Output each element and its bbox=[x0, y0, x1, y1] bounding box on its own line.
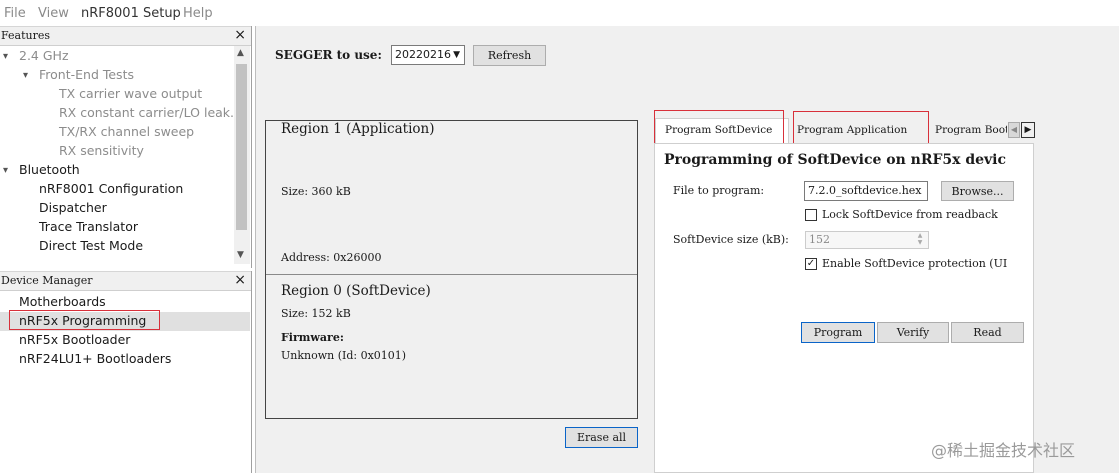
lock-softdevice-checkbox[interactable] bbox=[805, 209, 817, 221]
menu-file[interactable]: File bbox=[4, 6, 26, 21]
chevron-down-icon: ▼ bbox=[453, 50, 460, 60]
feature-item[interactable]: Trace Translator bbox=[39, 219, 138, 234]
features-header: Features × bbox=[0, 26, 251, 46]
menu-nrf8001-setup[interactable]: nRF8001 Setup bbox=[81, 6, 181, 21]
tab-program-bootloader[interactable]: Program Boot bbox=[935, 118, 1007, 143]
softdevice-size-value: 152 bbox=[809, 233, 830, 246]
device-item-nrf5x-bootloader[interactable]: nRF5x Bootloader bbox=[19, 332, 130, 347]
enable-protection-label: Enable SoftDevice protection (UI bbox=[822, 257, 1008, 270]
feature-item[interactable]: TX carrier wave output bbox=[59, 86, 202, 101]
scroll-up-icon[interactable]: ▲ bbox=[237, 48, 244, 58]
file-to-program-input[interactable]: 7.2.0_softdevice.hex bbox=[804, 181, 928, 201]
device-item-nrf24lu1-bootloaders[interactable]: nRF24LU1+ Bootloaders bbox=[19, 351, 171, 366]
region0-firmware-label: Firmware: bbox=[281, 331, 344, 344]
menu-view[interactable]: View bbox=[38, 6, 69, 21]
scroll-down-icon[interactable]: ▼ bbox=[237, 250, 244, 260]
device-manager-close-icon[interactable]: × bbox=[233, 272, 246, 289]
segger-select-value: 20220216 bbox=[395, 48, 451, 61]
feature-item[interactable]: 2.4 GHz bbox=[19, 48, 69, 63]
region0-size: Size: 152 kB bbox=[281, 307, 351, 320]
size-spinner-icon[interactable]: ▲ ▼ bbox=[913, 232, 927, 248]
softdevice-size-label: SoftDevice size (kB): bbox=[673, 233, 789, 246]
region1-size: Size: 360 kB bbox=[281, 185, 351, 198]
chevron-down-icon[interactable]: ▾ bbox=[23, 70, 28, 81]
features-scrollbar-thumb[interactable] bbox=[236, 64, 247, 230]
chevron-down-icon[interactable]: ▾ bbox=[3, 165, 8, 176]
enable-protection-checkbox[interactable]: ✓ bbox=[805, 258, 817, 270]
watermark-text: @稀土掘金技术社区 bbox=[931, 441, 1076, 460]
read-button[interactable]: Read bbox=[951, 322, 1024, 343]
verify-button[interactable]: Verify bbox=[877, 322, 949, 343]
file-to-program-label: File to program: bbox=[673, 184, 765, 197]
region-divider bbox=[266, 274, 637, 275]
feature-item[interactable]: nRF8001 Configuration bbox=[39, 181, 183, 196]
region0-title: Region 0 (SoftDevice) bbox=[281, 283, 431, 299]
programming-title: Programming of SoftDevice on nRF5x devic bbox=[664, 152, 1007, 168]
erase-all-button[interactable]: Erase all bbox=[565, 427, 638, 448]
features-title: Features bbox=[1, 29, 51, 42]
tab-scroll-left-icon[interactable]: ◀ bbox=[1008, 122, 1020, 138]
tab-scroll-right-icon[interactable]: ▶ bbox=[1021, 122, 1035, 138]
feature-item[interactable]: RX sensitivity bbox=[59, 143, 144, 158]
memory-regions-box bbox=[265, 120, 638, 419]
softdevice-size-input[interactable]: 152 bbox=[805, 231, 929, 249]
application-tab-highlight bbox=[793, 111, 929, 145]
browse-button[interactable]: Browse... bbox=[941, 181, 1014, 201]
device-manager-header: Device Manager × bbox=[0, 271, 251, 291]
selection-highlight-box bbox=[9, 310, 160, 330]
region1-address: Address: 0x26000 bbox=[281, 251, 382, 264]
segger-select[interactable]: 20220216 ▼ bbox=[391, 45, 465, 65]
menu-bar: File View nRF8001 Setup Help bbox=[0, 0, 1119, 26]
segger-label: SEGGER to use: bbox=[275, 48, 382, 62]
feature-item[interactable]: TX/RX channel sweep bbox=[59, 124, 194, 139]
feature-item[interactable]: Front-End Tests bbox=[39, 67, 134, 82]
lock-softdevice-label: Lock SoftDevice from readback bbox=[822, 208, 998, 221]
feature-item[interactable]: Dispatcher bbox=[39, 200, 107, 215]
refresh-button[interactable]: Refresh bbox=[473, 45, 546, 66]
softdevice-tab-highlight bbox=[654, 110, 784, 147]
menu-help[interactable]: Help bbox=[183, 6, 213, 21]
chevron-down-icon[interactable]: ▾ bbox=[3, 51, 8, 62]
feature-item[interactable]: Direct Test Mode bbox=[39, 238, 143, 253]
region0-firmware-value: Unknown (Id: 0x0101) bbox=[281, 349, 407, 362]
device-manager-title: Device Manager bbox=[1, 274, 93, 287]
device-item-motherboards[interactable]: Motherboards bbox=[19, 294, 106, 309]
region1-title: Region 1 (Application) bbox=[281, 121, 435, 137]
features-close-icon[interactable]: × bbox=[233, 27, 246, 44]
feature-item[interactable]: Bluetooth bbox=[19, 162, 80, 177]
program-button[interactable]: Program bbox=[801, 322, 875, 343]
feature-item[interactable]: RX constant carrier/LO leak... bbox=[59, 105, 242, 120]
